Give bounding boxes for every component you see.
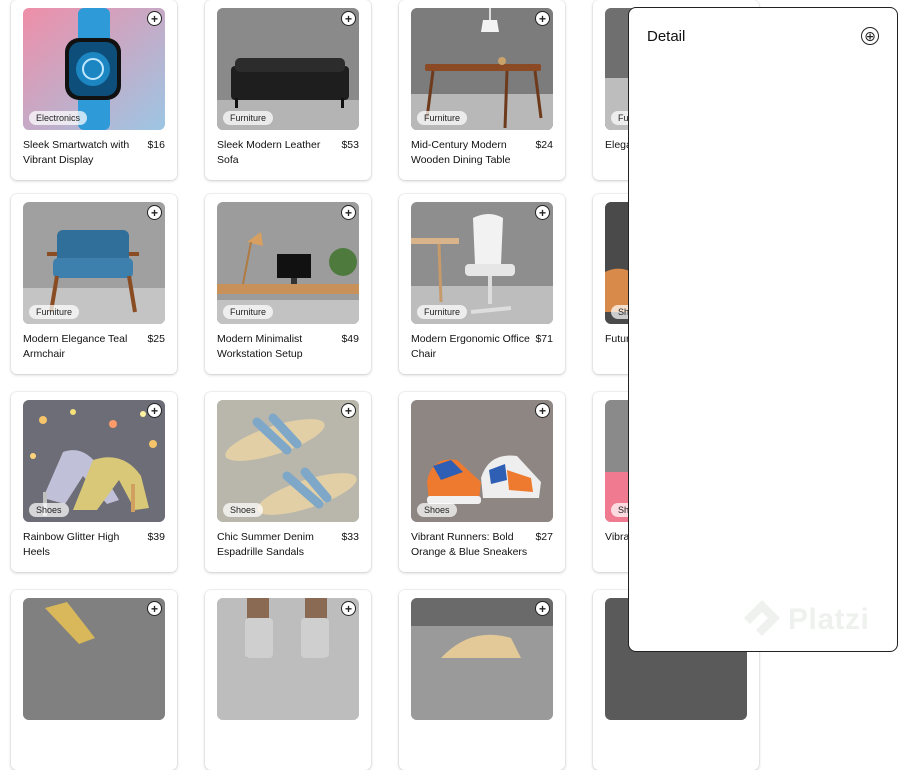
category-badge: Furniture [29,305,80,319]
product-image[interactable]: Shoes + [23,400,165,522]
product-card[interactable]: + [205,590,371,770]
product-card[interactable]: Electronics + Sleek Smartwatch with Vibr… [11,0,177,180]
product-card[interactable]: Shoes + Rainbow Glitter High Heels $39 [11,392,177,572]
add-to-cart-icon[interactable]: + [147,601,162,616]
watermark-text: Platzi [788,603,870,636]
product-detail-panel: Detail ⊕ [628,7,898,652]
product-title: Modern Minimalist Workstation Setup [217,333,303,360]
platzi-logo-icon [744,600,780,636]
product-image[interactable]: Furniture + [23,202,165,324]
product-card[interactable]: Shoes + Chic Summer Denim Espadrille San… [205,392,371,572]
product-card[interactable]: Furniture + Modern Minimalist Workstatio… [205,194,371,374]
product-card[interactable]: Furniture + Modern Elegance Teal Armchai… [11,194,177,374]
product-title: Sleek Smartwatch with Vibrant Display [23,139,130,166]
add-to-cart-icon[interactable]: + [535,403,550,418]
product-price: $53 [341,139,359,151]
product-card[interactable]: + [11,590,177,770]
category-badge: Shoes [417,503,457,517]
product-price: $33 [341,531,359,543]
add-to-cart-icon[interactable]: + [147,403,162,418]
product-title: Rainbow Glitter High Heels [23,531,120,558]
product-card[interactable]: Shoes + Vibrant Runners: Bold Orange & B… [399,392,565,572]
category-badge: Furniture [223,305,274,319]
add-to-cart-icon[interactable]: + [341,403,356,418]
product-card[interactable]: Furniture + Sleek Modern Leather Sofa $5… [205,0,371,180]
product-title: Chic Summer Denim Espadrille Sandals [217,531,314,558]
product-price: $24 [535,139,553,151]
product-image[interactable]: Furniture + [217,8,359,130]
category-badge: Shoes [223,503,263,517]
product-image[interactable]: Electronics + [23,8,165,130]
product-title: Sleek Modern Leather Sofa [217,139,321,166]
product-card[interactable]: Furniture + Modern Ergonomic Office Chai… [399,194,565,374]
detail-title: Detail [647,28,686,45]
product-price: $39 [147,531,165,543]
add-to-cart-icon[interactable]: + [341,601,356,616]
product-image[interactable]: Furniture + [411,8,553,130]
add-to-cart-icon[interactable]: + [341,205,356,220]
product-card[interactable]: + [399,590,565,770]
product-price: $16 [147,139,165,151]
category-badge: Shoes [29,503,69,517]
product-image[interactable]: + [217,598,359,720]
add-to-cart-icon[interactable]: + [535,601,550,616]
add-to-cart-icon[interactable]: + [535,11,550,26]
product-image[interactable]: Furniture + [411,202,553,324]
category-badge: Electronics [29,111,88,125]
product-card[interactable]: Furniture + Mid-Century Modern Wooden Di… [399,0,565,180]
product-price: $71 [535,333,553,345]
product-title: Modern Elegance Teal Armchair [23,333,128,360]
product-image[interactable]: Furniture + [217,202,359,324]
product-price: $25 [147,333,165,345]
product-title: Mid-Century Modern Wooden Dining Table [411,139,511,166]
product-title: Vibrant Runners: Bold Orange & Blue Snea… [411,531,528,558]
close-detail-icon[interactable]: ⊕ [861,27,879,45]
product-image[interactable]: + [23,598,165,720]
add-to-cart-icon[interactable]: + [147,205,162,220]
add-to-cart-icon[interactable]: + [147,11,162,26]
add-to-cart-icon[interactable]: + [535,205,550,220]
product-image[interactable]: Shoes + [411,400,553,522]
product-image[interactable]: Shoes + [217,400,359,522]
add-to-cart-icon[interactable]: + [341,11,356,26]
category-badge: Furniture [223,111,274,125]
product-price: $49 [341,333,359,345]
platzi-watermark: Platzi [742,598,869,642]
category-badge: Furniture [417,305,468,319]
product-title: Modern Ergonomic Office Chair [411,333,530,360]
product-price: $27 [535,531,553,543]
product-image[interactable]: + [411,598,553,720]
category-badge: Furniture [417,111,468,125]
